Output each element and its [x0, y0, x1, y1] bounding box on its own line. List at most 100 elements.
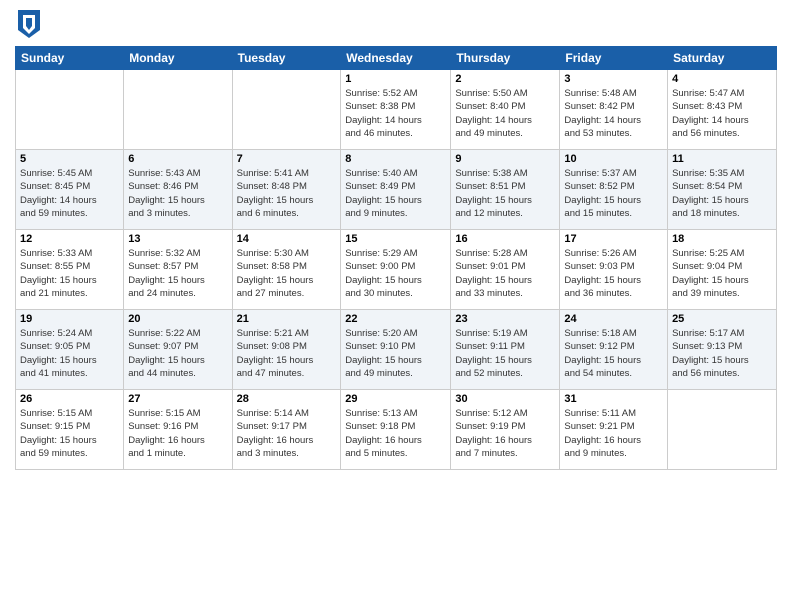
day-number: 1: [345, 73, 446, 85]
calendar-header-row: SundayMondayTuesdayWednesdayThursdayFrid…: [16, 47, 777, 70]
calendar-cell: 18Sunrise: 5:25 AM Sunset: 9:04 PM Dayli…: [668, 230, 777, 310]
day-number: 29: [345, 393, 446, 405]
calendar-header-sunday: Sunday: [16, 47, 124, 70]
calendar-header-wednesday: Wednesday: [341, 47, 451, 70]
day-number: 6: [128, 153, 227, 165]
day-info: Sunrise: 5:37 AM Sunset: 8:52 PM Dayligh…: [564, 167, 663, 220]
calendar-cell: 24 Sunrise: 5:18 AM Sunset: 9:12 PM Dayli…: [560, 310, 668, 390]
calendar-cell: 22 Sunrise: 5:20 AM Sunset: 9:10 PM Dayli…: [341, 310, 451, 390]
day-number: 20: [128, 313, 227, 325]
day-info: Sunrise: 5:33 AM Sunset: 8:55 PM Dayligh…: [20, 247, 119, 300]
day-info: Sunrise: 5:45 AM Sunset: 8:45 PM Dayligh…: [20, 167, 119, 220]
calendar-cell: 12 Sunrise: 5:33 AM Sunset: 8:55 PM Dayli…: [16, 230, 124, 310]
calendar-week-5: 26 Sunrise: 5:15 AM Sunset: 9:15 PM Dayli…: [16, 390, 777, 470]
day-number: 14: [237, 233, 337, 245]
day-info: Sunrise: 5:20 AM Sunset: 9:10 PM Dayligh…: [345, 327, 446, 380]
day-info: Sunrise: 5:19 AM Sunset: 9:11 PM Dayligh…: [455, 327, 555, 380]
logo: [15, 10, 40, 38]
day-number: 15: [345, 233, 446, 245]
day-info: Sunrise: 5:15 AM Sunset: 9:16 PM Dayligh…: [128, 407, 227, 460]
calendar-cell: 4 Sunrise: 5:47 AM Sunset: 8:43 PM Daylig…: [668, 70, 777, 150]
calendar-header-monday: Monday: [124, 47, 232, 70]
day-number: 10: [564, 153, 663, 165]
day-info: Sunrise: 5:14 AM Sunset: 9:17 PM Dayligh…: [237, 407, 337, 460]
day-number: 24: [564, 313, 663, 325]
day-info: Sunrise: 5:18 AM Sunset: 9:12 PM Dayligh…: [564, 327, 663, 380]
day-number: 8: [345, 153, 446, 165]
day-info: Sunrise: 5:17 AM Sunset: 9:13 PM Dayligh…: [672, 327, 772, 380]
calendar-header-friday: Friday: [560, 47, 668, 70]
calendar-cell: 27 Sunrise: 5:15 AM Sunset: 9:16 PM Dayli…: [124, 390, 232, 470]
calendar-cell: 26 Sunrise: 5:15 AM Sunset: 9:15 PM Dayli…: [16, 390, 124, 470]
calendar-cell: 31Sunrise: 5:11 AM Sunset: 9:21 PM Dayli…: [560, 390, 668, 470]
calendar-cell: 10 Sunrise: 5:37 AM Sunset: 8:52 PM Dayli…: [560, 150, 668, 230]
day-number: 17: [564, 233, 663, 245]
calendar-cell: [16, 70, 124, 150]
calendar-cell: 1 Sunrise: 5:52 AM Sunset: 8:38 PM Daylig…: [341, 70, 451, 150]
day-info: Sunrise: 5:29 AM Sunset: 9:00 PM Dayligh…: [345, 247, 446, 300]
day-info: Sunrise: 5:32 AM Sunset: 8:57 PM Dayligh…: [128, 247, 227, 300]
day-info: Sunrise: 5:43 AM Sunset: 8:46 PM Dayligh…: [128, 167, 227, 220]
calendar-cell: 30 Sunrise: 5:12 AM Sunset: 9:19 PM Dayli…: [451, 390, 560, 470]
day-info: Sunrise: 5:22 AM Sunset: 9:07 PM Dayligh…: [128, 327, 227, 380]
calendar-cell: 29Sunrise: 5:13 AM Sunset: 9:18 PM Dayli…: [341, 390, 451, 470]
day-number: 26: [20, 393, 119, 405]
day-number: 13: [128, 233, 227, 245]
day-number: 11: [672, 153, 772, 165]
day-number: 2: [455, 73, 555, 85]
day-number: 12: [20, 233, 119, 245]
day-number: 31: [564, 393, 663, 405]
calendar-header-tuesday: Tuesday: [232, 47, 341, 70]
day-number: 28: [237, 393, 337, 405]
day-number: 22: [345, 313, 446, 325]
calendar-cell: 2 Sunrise: 5:50 AM Sunset: 8:40 PM Daylig…: [451, 70, 560, 150]
calendar-cell: [668, 390, 777, 470]
calendar-cell: 7 Sunrise: 5:41 AM Sunset: 8:48 PM Daylig…: [232, 150, 341, 230]
calendar-week-4: 19 Sunrise: 5:24 AM Sunset: 9:05 PM Dayli…: [16, 310, 777, 390]
day-info: Sunrise: 5:30 AM Sunset: 8:58 PM Dayligh…: [237, 247, 337, 300]
calendar-week-3: 12 Sunrise: 5:33 AM Sunset: 8:55 PM Dayli…: [16, 230, 777, 310]
calendar-cell: 20 Sunrise: 5:22 AM Sunset: 9:07 PM Dayli…: [124, 310, 232, 390]
calendar-week-1: 1 Sunrise: 5:52 AM Sunset: 8:38 PM Daylig…: [16, 70, 777, 150]
calendar-cell: 6 Sunrise: 5:43 AM Sunset: 8:46 PM Daylig…: [124, 150, 232, 230]
day-number: 21: [237, 313, 337, 325]
calendar-cell: [124, 70, 232, 150]
calendar-cell: 11 Sunrise: 5:35 AM Sunset: 8:54 PM Dayli…: [668, 150, 777, 230]
day-info: Sunrise: 5:52 AM Sunset: 8:38 PM Dayligh…: [345, 87, 446, 140]
day-number: 23: [455, 313, 555, 325]
day-info: Sunrise: 5:50 AM Sunset: 8:40 PM Dayligh…: [455, 87, 555, 140]
header: [15, 10, 777, 38]
calendar-cell: 28 Sunrise: 5:14 AM Sunset: 9:17 PM Dayli…: [232, 390, 341, 470]
day-info: Sunrise: 5:12 AM Sunset: 9:19 PM Dayligh…: [455, 407, 555, 460]
day-info: Sunrise: 5:26 AM Sunset: 9:03 PM Dayligh…: [564, 247, 663, 300]
day-info: Sunrise: 5:24 AM Sunset: 9:05 PM Dayligh…: [20, 327, 119, 380]
day-number: 7: [237, 153, 337, 165]
calendar-cell: 3Sunrise: 5:48 AM Sunset: 8:42 PM Daylig…: [560, 70, 668, 150]
calendar-cell: 16 Sunrise: 5:28 AM Sunset: 9:01 PM Dayli…: [451, 230, 560, 310]
day-number: 30: [455, 393, 555, 405]
day-info: Sunrise: 5:47 AM Sunset: 8:43 PM Dayligh…: [672, 87, 772, 140]
calendar-cell: 5Sunrise: 5:45 AM Sunset: 8:45 PM Daylig…: [16, 150, 124, 230]
day-info: Sunrise: 5:15 AM Sunset: 9:15 PM Dayligh…: [20, 407, 119, 460]
calendar-cell: 17 Sunrise: 5:26 AM Sunset: 9:03 PM Dayli…: [560, 230, 668, 310]
day-number: 27: [128, 393, 227, 405]
day-info: Sunrise: 5:41 AM Sunset: 8:48 PM Dayligh…: [237, 167, 337, 220]
calendar-cell: 15 Sunrise: 5:29 AM Sunset: 9:00 PM Dayli…: [341, 230, 451, 310]
day-number: 19: [20, 313, 119, 325]
day-info: Sunrise: 5:35 AM Sunset: 8:54 PM Dayligh…: [672, 167, 772, 220]
day-number: 3: [564, 73, 663, 85]
day-number: 25: [672, 313, 772, 325]
day-number: 4: [672, 73, 772, 85]
calendar-cell: 14 Sunrise: 5:30 AM Sunset: 8:58 PM Dayli…: [232, 230, 341, 310]
calendar-week-2: 5Sunrise: 5:45 AM Sunset: 8:45 PM Daylig…: [16, 150, 777, 230]
day-number: 18: [672, 233, 772, 245]
logo-icon: [18, 10, 40, 38]
page: SundayMondayTuesdayWednesdayThursdayFrid…: [0, 0, 792, 612]
day-info: Sunrise: 5:40 AM Sunset: 8:49 PM Dayligh…: [345, 167, 446, 220]
calendar-header-thursday: Thursday: [451, 47, 560, 70]
calendar: SundayMondayTuesdayWednesdayThursdayFrid…: [15, 46, 777, 470]
day-info: Sunrise: 5:28 AM Sunset: 9:01 PM Dayligh…: [455, 247, 555, 300]
day-number: 16: [455, 233, 555, 245]
day-info: Sunrise: 5:38 AM Sunset: 8:51 PM Dayligh…: [455, 167, 555, 220]
calendar-cell: 9Sunrise: 5:38 AM Sunset: 8:51 PM Daylig…: [451, 150, 560, 230]
